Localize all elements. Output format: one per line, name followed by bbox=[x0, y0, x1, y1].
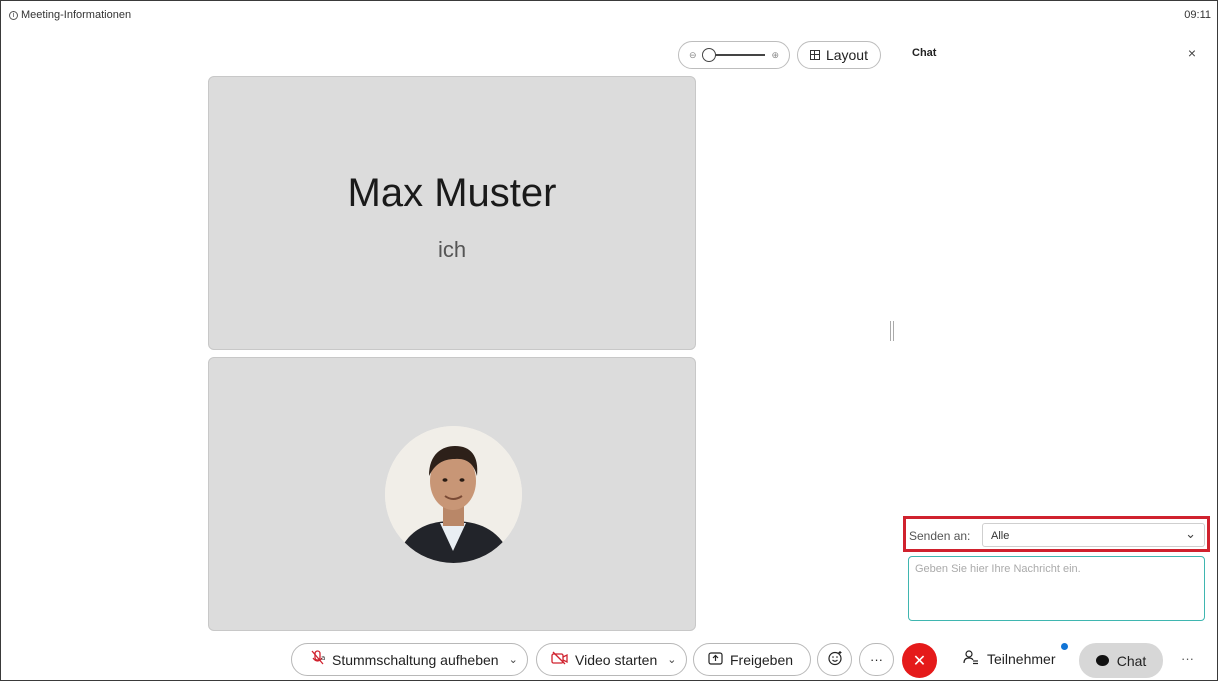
close-icon: ✕ bbox=[912, 652, 927, 670]
chevron-down-icon: ⌄ bbox=[1185, 526, 1196, 541]
zoom-knob[interactable] bbox=[701, 48, 716, 62]
unmute-button[interactable]: a Stummschaltung aufheben ⌄ bbox=[291, 643, 528, 676]
participant-name: Max Muster bbox=[347, 171, 557, 215]
participants-label-wrap: Teilnehmer bbox=[987, 642, 1069, 667]
participants-button[interactable]: Teilnehmer bbox=[963, 642, 1069, 668]
send-to-value: Alle bbox=[991, 530, 1010, 542]
unmute-label: Stummschaltung aufheben bbox=[332, 651, 499, 668]
chevron-down-icon[interactable]: ⌄ bbox=[667, 653, 676, 666]
participant-self-label: ich bbox=[437, 237, 467, 262]
chevron-down-icon[interactable]: ⌄ bbox=[509, 653, 518, 666]
layout-label: Layout bbox=[825, 47, 868, 63]
profile-photo bbox=[385, 426, 522, 563]
meeting-info-label: Meeting-Informationen bbox=[21, 9, 132, 21]
top-bar: i Meeting-Informationen 09:11 bbox=[7, 6, 1211, 24]
meeting-info-button[interactable]: i Meeting-Informationen bbox=[9, 9, 131, 21]
participants-icon bbox=[963, 649, 979, 668]
message-input[interactable]: Geben Sie hier Ihre Nachricht ein. bbox=[908, 556, 1205, 621]
participants-label: Teilnehmer bbox=[987, 650, 1056, 667]
zoom-track[interactable] bbox=[701, 48, 766, 62]
grid-icon bbox=[810, 50, 820, 60]
participant-tile-avatar bbox=[208, 357, 696, 631]
info-icon: i bbox=[9, 10, 18, 20]
send-to-row: Senden an: Alle ⌄ bbox=[903, 516, 1210, 552]
message-placeholder: Geben Sie hier Ihre Nachricht ein. bbox=[915, 563, 1081, 575]
chat-button-label: Chat bbox=[1116, 652, 1147, 669]
share-button[interactable]: Freigeben bbox=[693, 643, 811, 676]
chat-title: Chat bbox=[912, 47, 937, 59]
layout-button[interactable]: Layout bbox=[797, 41, 881, 69]
muted-mic-icon: a bbox=[310, 650, 326, 669]
more-icon: ··· bbox=[870, 652, 883, 667]
participant-tile-self: Max Muster ich bbox=[208, 76, 696, 350]
overflow-menu-icon[interactable]: ··· bbox=[1181, 651, 1194, 666]
start-video-label: Video starten bbox=[575, 651, 658, 668]
send-to-select[interactable]: Alle ⌄ bbox=[982, 523, 1205, 547]
svg-text:a: a bbox=[321, 654, 325, 662]
zoom-slider[interactable]: ⊖ ⊕ bbox=[678, 41, 790, 69]
video-off-icon bbox=[551, 651, 569, 668]
close-icon[interactable]: × bbox=[1188, 45, 1196, 61]
send-to-label: Senden an: bbox=[909, 529, 971, 543]
chat-bubble-icon bbox=[1095, 655, 1109, 666]
emoji-icon bbox=[827, 650, 843, 669]
chat-panel: Chat × Senden an: Alle ⌄ Geben Sie hier … bbox=[902, 36, 1212, 630]
notification-dot bbox=[1061, 642, 1069, 650]
share-icon bbox=[708, 651, 723, 668]
end-call-button[interactable]: ✕ bbox=[902, 643, 937, 678]
share-label: Freigeben bbox=[730, 651, 794, 668]
start-video-button[interactable]: Video starten ⌄ bbox=[536, 643, 687, 676]
meeting-window: i Meeting-Informationen 09:11 ⊖ ⊕ Layout… bbox=[0, 0, 1218, 681]
more-options-button[interactable]: ··· bbox=[859, 643, 894, 676]
zoom-in-icon[interactable]: ⊕ bbox=[771, 50, 779, 61]
reactions-button[interactable] bbox=[817, 643, 852, 676]
clock: 09:11 bbox=[1184, 9, 1211, 21]
panel-resize-handle[interactable] bbox=[890, 321, 894, 341]
chat-button[interactable]: Chat bbox=[1079, 643, 1163, 678]
zoom-out-icon[interactable]: ⊖ bbox=[689, 50, 697, 61]
